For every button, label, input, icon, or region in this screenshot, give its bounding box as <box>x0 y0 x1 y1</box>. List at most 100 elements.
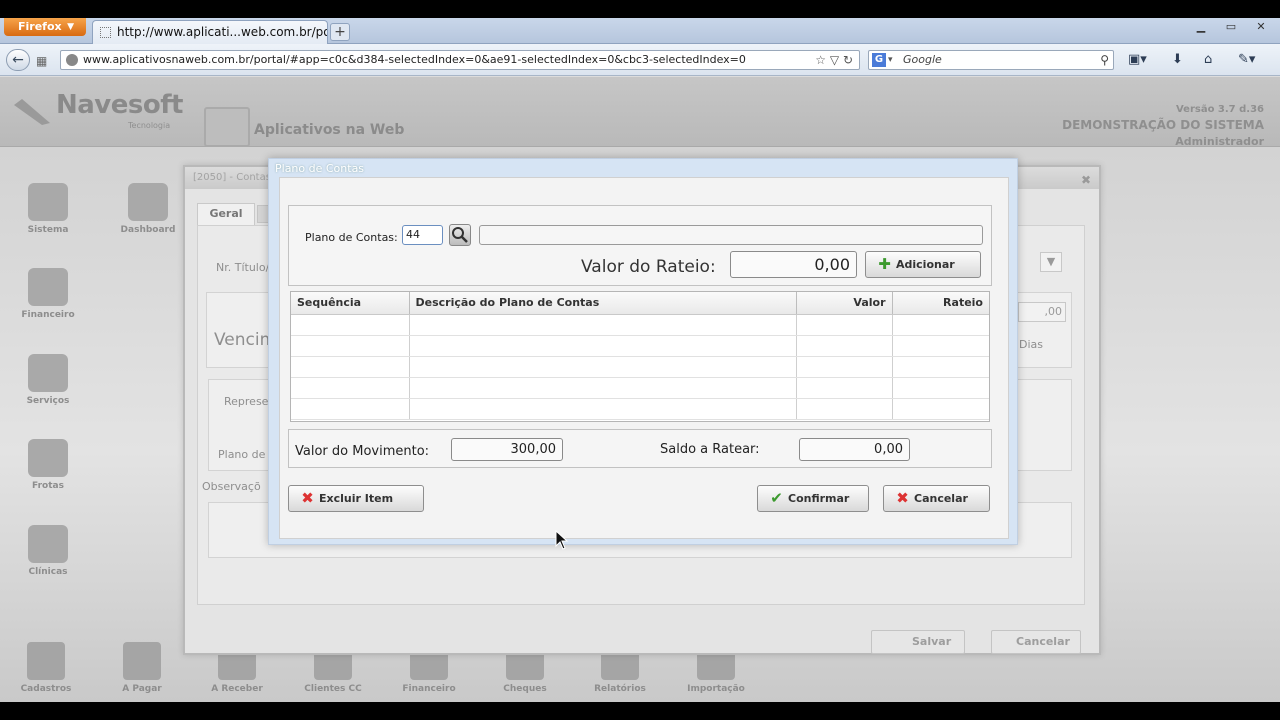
table-cell <box>409 377 797 399</box>
close-icon[interactable]: ✖ <box>1081 169 1091 191</box>
firefox-menu-button[interactable]: Firefox ▼ <box>4 18 86 36</box>
column-header-sequencia[interactable]: Sequência <box>291 292 410 315</box>
plano-code-input[interactable]: 44 <box>402 225 443 245</box>
save-button[interactable]: Salvar <box>871 630 965 654</box>
table-cell <box>409 335 797 357</box>
column-header-valor[interactable]: Valor <box>796 292 893 315</box>
feedback-icon[interactable]: ✎▾ <box>1238 52 1255 67</box>
sidebar-item-financeiro[interactable]: Financeiro <box>8 268 88 320</box>
table-row[interactable] <box>291 377 989 399</box>
browser-tab[interactable]: http://www.aplicati...web.com.br/portal/… <box>92 20 328 44</box>
maximize-icon[interactable]: ▭ <box>1222 20 1240 34</box>
close-icon[interactable]: ✕ <box>1252 20 1270 34</box>
address-bar[interactable]: www.aplicativosnaweb.com.br/portal/#app=… <box>60 50 860 70</box>
rateio-value-input[interactable]: 0,00 <box>730 251 857 278</box>
bottom-item-label: Cheques <box>503 684 547 694</box>
movimento-value-field: 300,00 <box>451 438 563 461</box>
fleet-icon <box>28 439 68 477</box>
table-cell <box>291 356 410 378</box>
column-header-descricao[interactable]: Descrição do Plano de Contas <box>409 292 797 315</box>
search-icon[interactable]: ⚲ <box>1100 51 1109 69</box>
apps-grid-icon[interactable]: ▦ <box>36 54 47 68</box>
table-row[interactable] <box>291 356 989 378</box>
system-label: DEMONSTRAÇÃO DO SISTEMA <box>1062 118 1264 132</box>
column-header-rateio[interactable]: Rateio <box>892 292 989 315</box>
observacoes-label: Observaçõ <box>202 480 261 493</box>
table-cell <box>291 335 410 357</box>
sidebar-item-sistema[interactable]: Sistema <box>8 183 88 235</box>
navigation-toolbar: ← ▦ www.aplicativosnaweb.com.br/portal/#… <box>0 44 1280 76</box>
engine-dropdown-icon[interactable]: ▾ <box>888 51 893 69</box>
add-button[interactable]: ✚ Adicionar <box>865 251 981 278</box>
cancel-button-label: Cancelar <box>914 492 968 505</box>
table-cell <box>796 314 893 336</box>
home-icon[interactable]: ⌂ <box>1204 52 1212 67</box>
bookmarks-icon[interactable]: ▣▾ <box>1128 52 1147 67</box>
app-image-icon <box>204 107 250 147</box>
table-cell <box>796 335 893 357</box>
rateio-label: Valor do Rateio: <box>581 257 716 277</box>
back-button[interactable]: ← <box>6 49 30 71</box>
dropdown-button[interactable]: ▼ <box>1040 252 1062 272</box>
table-cell <box>291 314 410 336</box>
plano-de-contas-dialog: Plano de Contas Plano de Contas: 44 Valo… <box>268 158 1018 545</box>
tools-icon <box>28 183 68 221</box>
table-cell <box>409 398 797 420</box>
url-dropdown-icon[interactable]: ▽ <box>830 53 839 67</box>
movimento-label: Valor do Movimento: <box>295 444 430 459</box>
sidebar-item-servicos[interactable]: Serviços <box>8 354 88 406</box>
delete-button-label: Excluir Item <box>319 492 394 505</box>
sidebar-item-label: Serviços <box>26 396 70 406</box>
vencimento-label: Vencim <box>214 330 277 350</box>
cancel-button[interactable]: ✖ Cancelar <box>883 485 990 512</box>
chevron-down-icon: ▼ <box>67 22 74 32</box>
tab-geral[interactable]: Geral <box>197 203 255 225</box>
table-cell <box>892 314 989 336</box>
bottom-item-label: A Receber <box>211 684 263 694</box>
table-row[interactable] <box>291 314 989 336</box>
table-row[interactable] <box>291 398 989 420</box>
table-row[interactable] <box>291 335 989 357</box>
bottom-item-label: Cadastros <box>20 684 72 694</box>
new-tab-button[interactable]: + <box>330 23 350 41</box>
nr-titulo-label: Nr. Título/P <box>216 261 276 274</box>
logo-text: Navesoft <box>56 90 183 120</box>
confirm-button[interactable]: ✔ Confirmar <box>757 485 869 512</box>
checkmark-icon: ✔ <box>770 489 783 507</box>
table-cell <box>892 335 989 357</box>
saldo-value-field: 0,00 <box>799 438 910 461</box>
clinic-icon <box>28 525 68 563</box>
globe-icon <box>66 54 78 66</box>
lookup-search-icon[interactable] <box>449 224 471 246</box>
plus-icon: ✚ <box>878 255 891 273</box>
sidebar-item-frotas[interactable]: Frotas <box>8 439 88 491</box>
minimize-icon[interactable]: ▁ <box>1192 20 1210 34</box>
search-engine-icon[interactable]: G <box>872 53 886 67</box>
bottom-item-a-pagar[interactable]: A Pagar <box>97 642 187 694</box>
dias-label: Dias <box>1019 338 1043 351</box>
sidebar-item-clinicas[interactable]: Clínicas <box>8 525 88 577</box>
delete-item-button[interactable]: ✖ Excluir Item <box>288 485 424 512</box>
sidebar-item-dashboard[interactable]: Dashboard <box>108 183 188 235</box>
browser-window: Firefox ▼ http://www.aplicati...web.com.… <box>0 18 1280 702</box>
screen-bottom-border <box>0 702 1280 720</box>
add-button-label: Adicionar <box>896 258 955 271</box>
bottom-item-label: Clientes CC <box>304 684 362 694</box>
days-value-field[interactable]: ,00 <box>1018 302 1066 322</box>
screen-top-border <box>0 0 1280 18</box>
plano-description-field[interactable] <box>479 225 983 245</box>
bottom-item-label: Relatórios <box>594 684 646 694</box>
plano-input-group: Plano de Contas: 44 Valor do Rateio: 0,0… <box>288 205 992 286</box>
bottom-item-label: Importação <box>687 684 745 694</box>
url-tools: ☆ ▽ ↻ <box>815 51 853 69</box>
download-icon[interactable]: ⬇ <box>1172 52 1183 67</box>
app-header: Navesoft Tecnologia Aplicativos na Web V… <box>0 77 1280 148</box>
services-icon <box>28 354 68 392</box>
bottom-item-label: Financeiro <box>402 684 456 694</box>
bookmark-star-icon[interactable]: ☆ <box>815 53 826 67</box>
bottom-item-cadastros[interactable]: Cadastros <box>1 642 91 694</box>
table-cell <box>409 314 797 336</box>
bg-cancel-button[interactable]: Cancelar <box>991 630 1081 654</box>
reload-icon[interactable]: ↻ <box>843 53 853 67</box>
search-input[interactable]: G ▾ Google ⚲ <box>868 50 1114 70</box>
